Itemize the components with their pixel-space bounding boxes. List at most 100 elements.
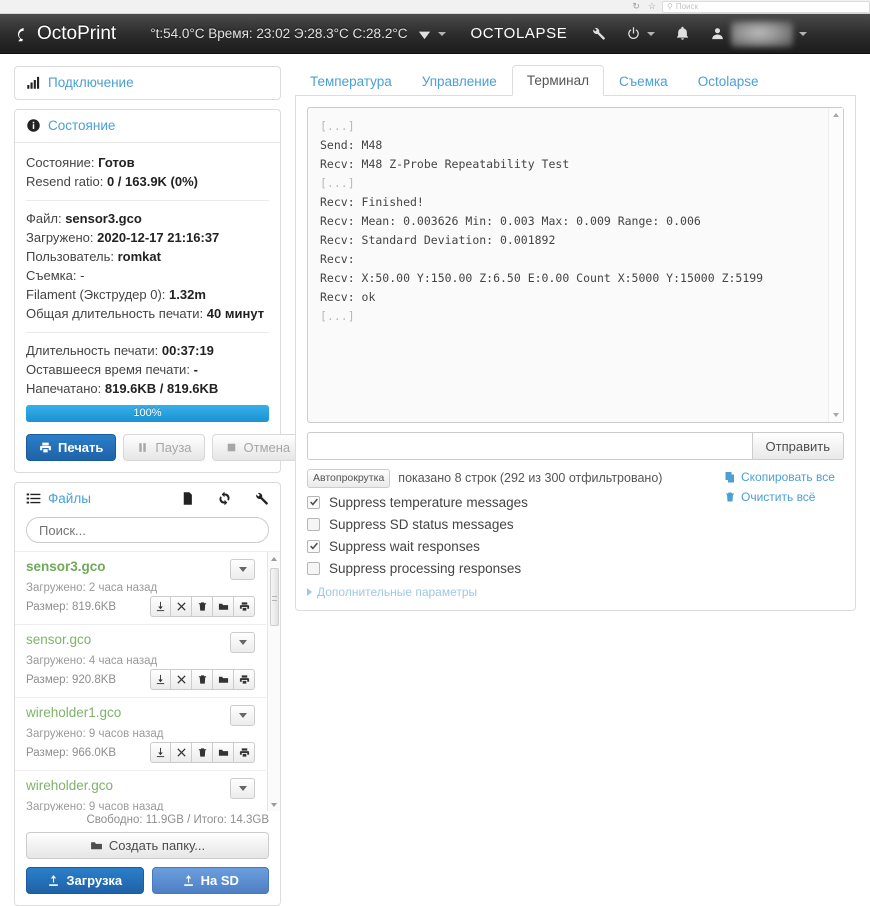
list-icon <box>26 493 41 504</box>
create-folder-button[interactable]: Создать папку... <box>26 832 269 859</box>
print-icon[interactable] <box>234 669 255 690</box>
download-icon[interactable] <box>150 742 171 763</box>
file-uploaded-label: Загружено: <box>26 801 86 811</box>
file-menu-button[interactable] <box>230 778 255 799</box>
scroll-down-icon[interactable] <box>829 408 843 422</box>
tab-terminal[interactable]: Терминал <box>511 65 604 96</box>
delete-icon[interactable] <box>192 596 213 617</box>
checkbox-suppress-temperature[interactable] <box>307 495 320 509</box>
file-uploaded: Загружено: 4 часа назад <box>26 653 255 669</box>
filter-row-suppress-temperature[interactable]: Suppress temperature messages <box>307 495 724 510</box>
signal-bars-icon <box>27 76 40 89</box>
checkbox-suppress-sd-status[interactable] <box>307 517 320 531</box>
file-size-value: 966.0KB <box>71 746 117 759</box>
autoscroll-button[interactable]: Автопрокрутка <box>307 469 391 488</box>
download-icon[interactable] <box>150 669 171 690</box>
file-size-label: Размер: <box>26 600 69 613</box>
pause-button[interactable]: Пауза <box>123 434 205 461</box>
clear-all-link[interactable]: Очистить всё <box>724 490 844 504</box>
filament-menu[interactable] <box>407 14 456 54</box>
files-header[interactable]: Файлы <box>15 483 280 515</box>
state-row-label: Съемка: <box>26 268 77 283</box>
power-menu[interactable] <box>616 14 665 54</box>
file-name: wireholder.gco <box>26 778 114 793</box>
filter-label: Suppress processing responses <box>329 560 522 576</box>
upload-icon <box>49 875 59 886</box>
select-icon[interactable] <box>171 669 192 690</box>
print-icon[interactable] <box>234 596 255 617</box>
browser-search-placeholder: Поиск <box>675 2 699 11</box>
filter-row-suppress-sd-status[interactable]: Suppress SD status messages <box>307 517 724 532</box>
download-icon[interactable] <box>150 596 171 617</box>
top-navbar: OctoPrint °t:54.0°C Время: 23:02 Э:28.3°… <box>0 14 870 54</box>
folder-icon[interactable] <box>213 669 234 690</box>
upload-button[interactable]: Загрузка <box>26 867 144 894</box>
user-menu[interactable] <box>700 14 817 54</box>
file-uploaded-label: Загружено: <box>26 728 86 740</box>
scroll-down-icon[interactable] <box>268 798 280 811</box>
tab-control[interactable]: Управление <box>407 66 512 96</box>
tab-temperature[interactable]: Температура <box>295 66 407 96</box>
folder-icon[interactable] <box>213 742 234 763</box>
files-search-input[interactable] <box>26 517 269 543</box>
wrench-icon[interactable] <box>254 491 269 506</box>
select-icon[interactable] <box>171 596 192 617</box>
print-button[interactable]: Печать <box>26 434 117 461</box>
file-menu-button[interactable] <box>230 632 255 653</box>
brand-logo[interactable]: OctoPrint <box>12 23 116 45</box>
list-item[interactable]: sensor3.gco Загружено: 2 часа назад Разм… <box>15 552 266 625</box>
delete-icon[interactable] <box>192 669 213 690</box>
state-row-label: Filament (Экструдер 0): <box>26 287 166 302</box>
sd-card-icon[interactable] <box>180 491 195 506</box>
file-menu-button[interactable] <box>230 559 255 580</box>
state-row-value: - <box>193 362 198 377</box>
tab-timelapse[interactable]: Съемка <box>604 66 683 96</box>
filter-row-suppress-wait[interactable]: Suppress wait responses <box>307 539 724 554</box>
terminal-output[interactable]: [...] Send: M48 Recv: M48 Z-Probe Repeat… <box>307 107 844 423</box>
connection-header[interactable]: Подключение <box>15 67 280 99</box>
state-row-label: Общая длительность печати: <box>26 306 204 321</box>
print-icon[interactable] <box>234 742 255 763</box>
panel-state: Состояние Состояние: Готов Resend ratio:… <box>14 109 304 473</box>
copy-all-link[interactable]: Скопировать все <box>724 470 844 484</box>
print-icon <box>40 442 51 453</box>
info-circle-icon <box>27 119 40 132</box>
notifications-menu[interactable] <box>665 14 700 54</box>
settings-menu[interactable] <box>581 14 616 54</box>
state-row-label: Файл: <box>26 211 62 226</box>
checkbox-suppress-processing[interactable] <box>307 561 320 575</box>
file-menu-button[interactable] <box>230 705 255 726</box>
list-item[interactable]: wireholder.gco Загружено: 9 часов назад … <box>15 771 266 811</box>
octolapse-nav-label[interactable]: OCTOLAPSE <box>456 25 581 42</box>
cancel-button[interactable]: Отмена <box>211 434 304 461</box>
select-icon[interactable] <box>171 742 192 763</box>
command-input[interactable] <box>307 432 752 460</box>
filter-row-suppress-processing[interactable]: Suppress processing responses <box>307 561 724 576</box>
avatar <box>731 20 794 47</box>
autoscroll-row: Автопрокрутка показано 8 строк (292 из 3… <box>307 469 724 488</box>
upload-sd-button[interactable]: На SD <box>151 867 269 894</box>
checkbox-suppress-wait[interactable] <box>307 539 320 553</box>
state-header[interactable]: Состояние <box>15 110 280 142</box>
scroll-up-icon[interactable] <box>829 108 843 122</box>
send-button[interactable]: Отправить <box>751 432 844 460</box>
list-item[interactable]: wireholder1.gco Загружено: 9 часов назад… <box>15 698 266 771</box>
file-uploaded-value: 2 часа назад <box>88 582 158 594</box>
file-list-scrollbar[interactable] <box>267 552 280 811</box>
advanced-options-toggle[interactable]: Дополнительные параметры <box>307 585 724 599</box>
connection-title: Подключение <box>48 75 134 90</box>
file-scrollbar-thumb[interactable] <box>270 568 279 626</box>
terminal-scrollbar[interactable] <box>828 108 843 422</box>
tab-octolapse[interactable]: Octolapse <box>683 66 774 96</box>
refresh-icon[interactable] <box>217 491 232 506</box>
reload-icon[interactable]: ↻ <box>632 1 640 12</box>
filament-drop-icon <box>419 31 431 40</box>
bookmark-star-icon[interactable]: ☆ <box>648 1 656 12</box>
list-item[interactable]: sensor.gco Загружено: 4 часа назад Разме… <box>15 625 266 698</box>
folder-icon[interactable] <box>213 596 234 617</box>
browser-search-box[interactable]: ⚲ Поиск <box>662 0 870 13</box>
filter-label: Suppress wait responses <box>329 538 480 554</box>
delete-icon[interactable] <box>192 742 213 763</box>
scroll-up-icon[interactable] <box>268 552 280 565</box>
file-uploaded-label: Загружено: <box>26 582 86 594</box>
